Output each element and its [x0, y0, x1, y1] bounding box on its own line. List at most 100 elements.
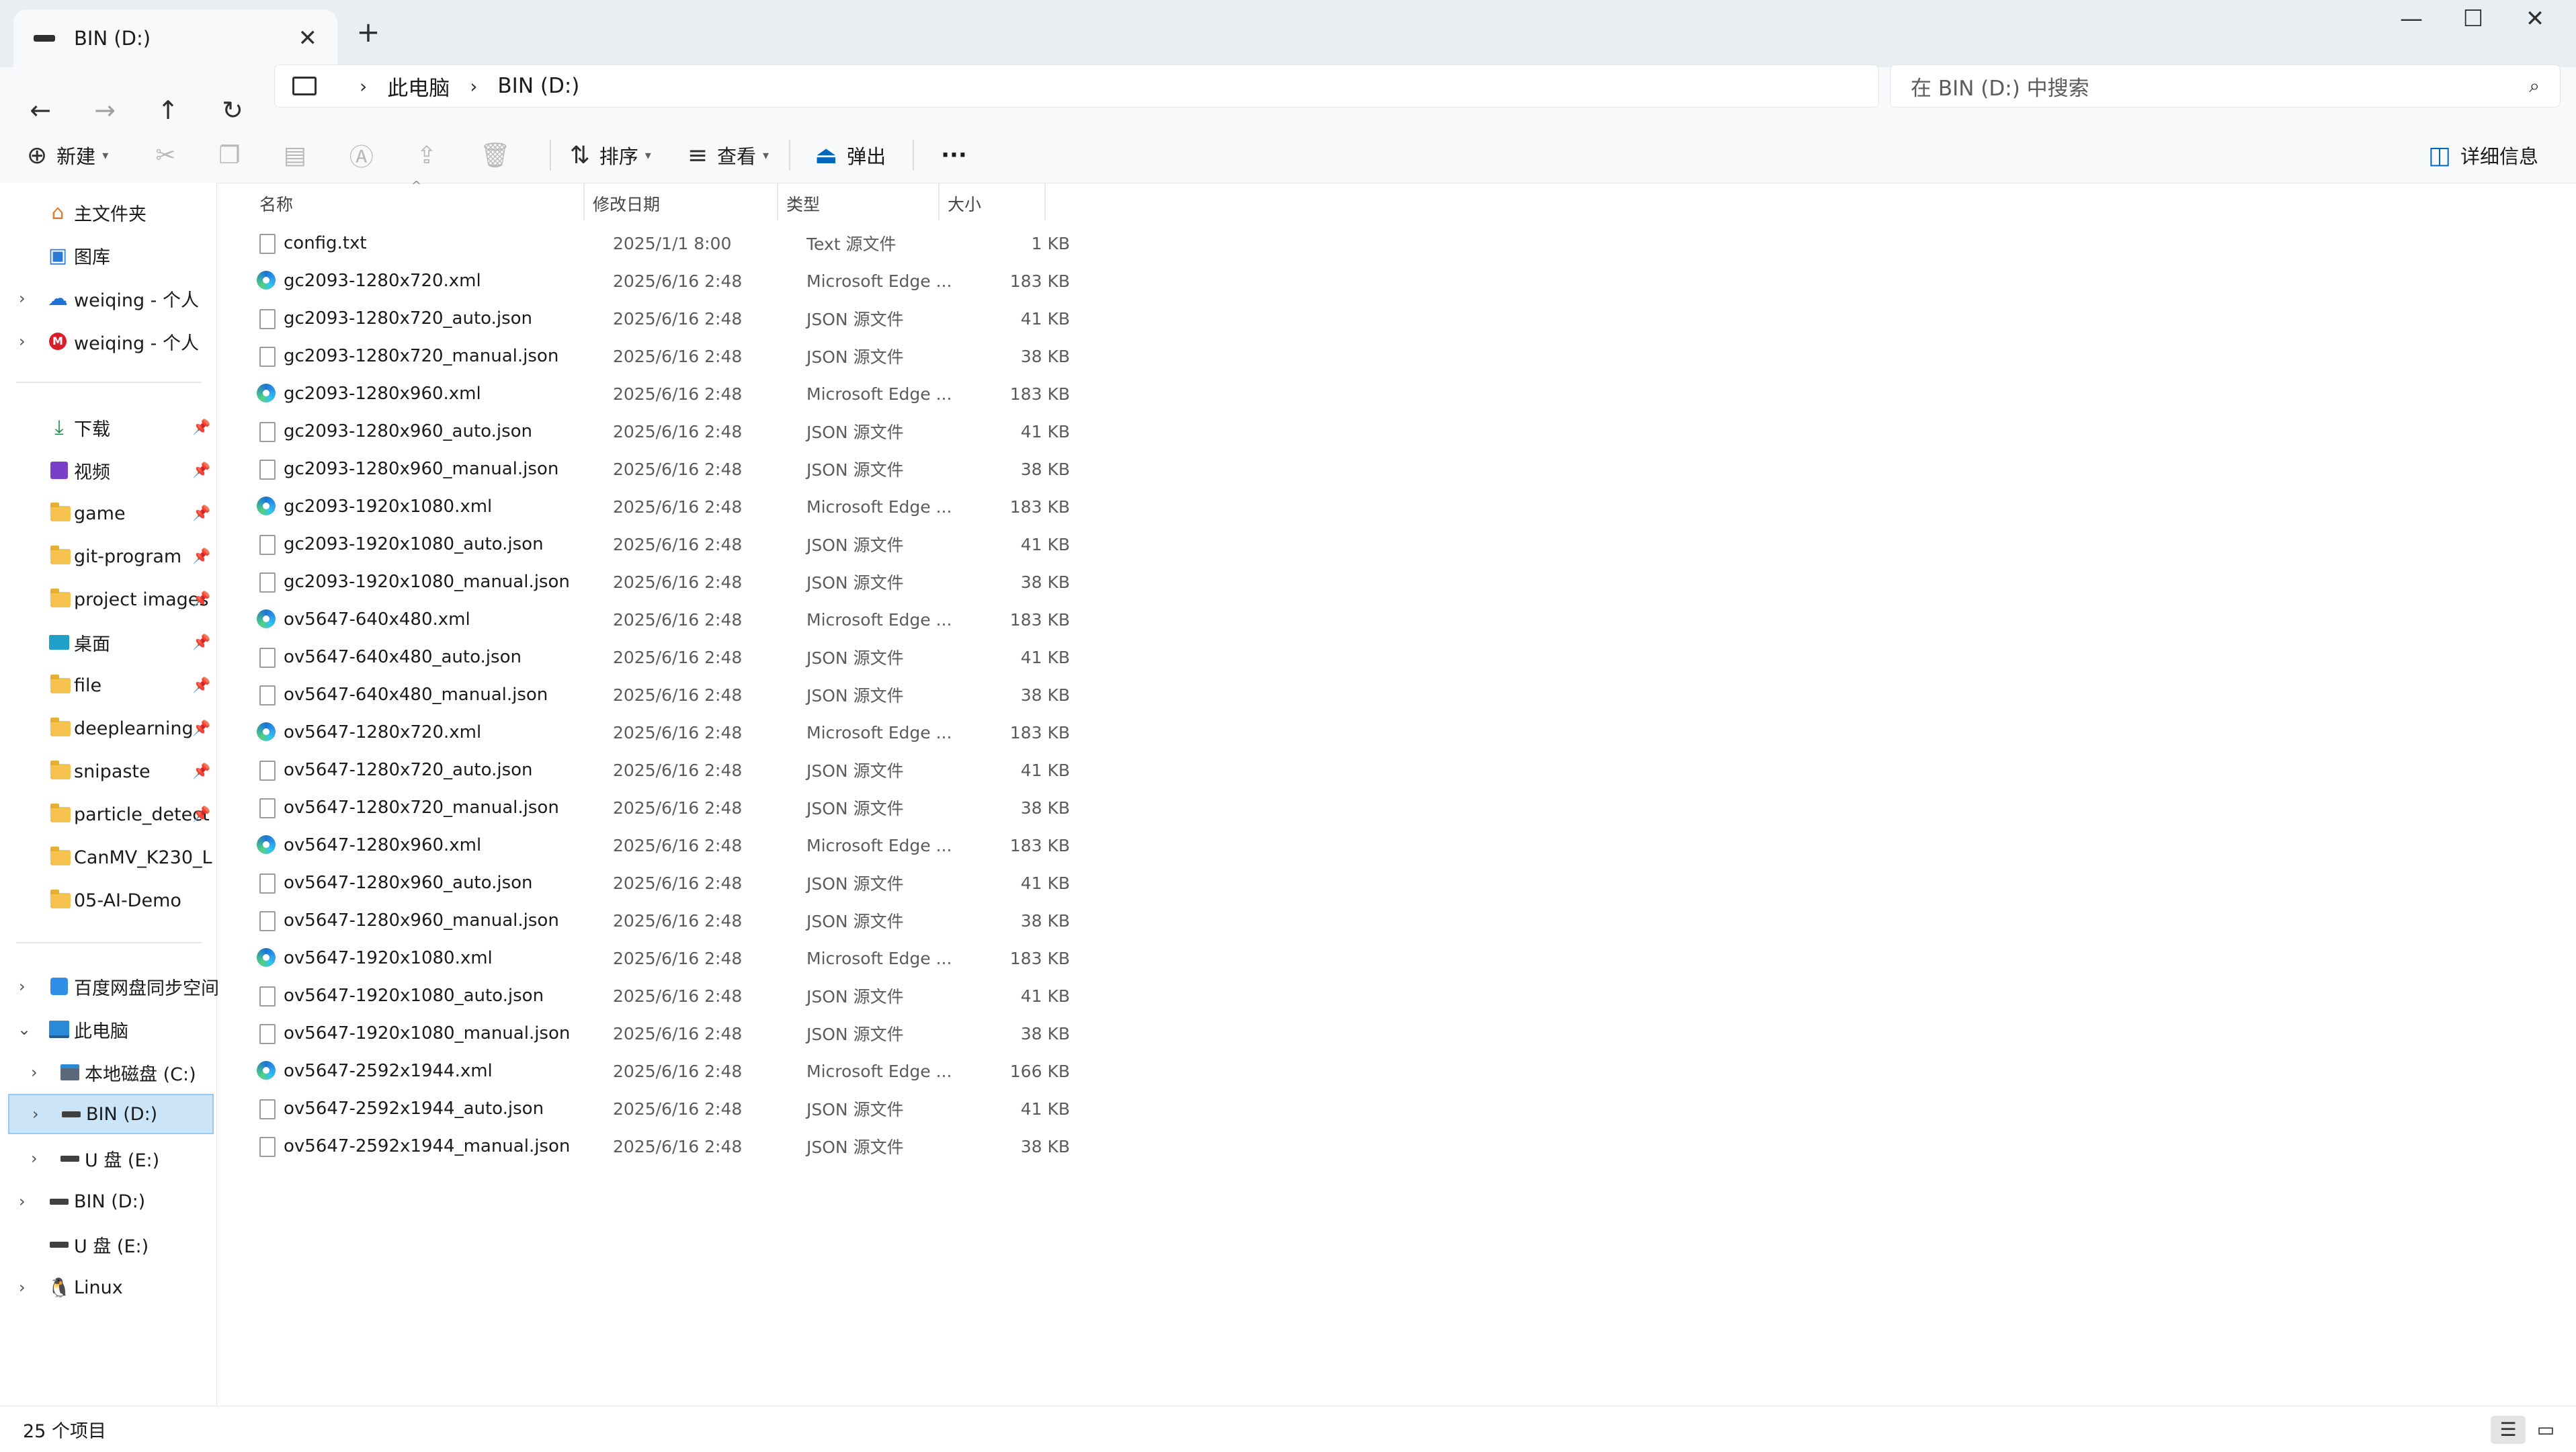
chevron-right-icon[interactable]: › — [19, 977, 26, 996]
chevron-right-icon[interactable]: › — [32, 1105, 39, 1123]
sidebar-item-u-disk-e[interactable]: › U 盘 (E:) — [0, 1138, 216, 1179]
sidebar-item-snipaste[interactable]: snipaste 📌 — [0, 751, 216, 792]
sidebar-item-linux[interactable]: › 🐧 Linux — [0, 1267, 216, 1308]
chevron-right-icon[interactable]: › — [19, 1278, 26, 1297]
sort-button[interactable]: ⇅ 排序 ▾ — [570, 128, 651, 183]
file-type: JSON 源文件 — [806, 761, 904, 781]
sidebar-item-this-pc[interactable]: ⌄ 此电脑 — [0, 1009, 216, 1050]
sidebar-item-baidu-sync[interactable]: › 百度网盘同步空间 — [0, 966, 219, 1007]
share-button[interactable]: ⇪ — [417, 128, 446, 183]
sidebar-item-project-images[interactable]: project images 📌 — [0, 579, 216, 620]
column-divider[interactable] — [777, 183, 778, 220]
sidebar-item-git-program[interactable]: git-program 📌 — [0, 536, 216, 576]
table-row[interactable]: ov5647-2592x1944.xml 2025/6/16 2:48 Micros… — [237, 1052, 1070, 1090]
table-row[interactable]: gc2093-1920x1080_manual.json 2025/6/16 2:… — [237, 563, 1070, 601]
drive-icon — [59, 1148, 81, 1169]
file-name: ov5647-2592x1944_manual.json — [284, 1136, 571, 1156]
sidebar-item-onedrive[interactable]: › ☁ weiqing - 个人 — [0, 278, 216, 318]
rename-button[interactable]: Ⓐ — [349, 128, 383, 183]
sidebar-item-game[interactable]: game 📌 — [0, 493, 216, 533]
sidebar-item-downloads[interactable]: ⤓ 下载 📌 — [0, 407, 216, 447]
table-row[interactable]: ov5647-1920x1080.xml 2025/6/16 2:48 Micros… — [237, 939, 1070, 977]
chevron-right-icon[interactable]: › — [31, 1149, 38, 1168]
file-size: 38 KB — [1020, 459, 1070, 479]
chevron-right-icon[interactable]: › — [19, 289, 26, 308]
sidebar-item-deeplearning[interactable]: deeplearning 📌 — [0, 708, 216, 749]
table-row[interactable]: ov5647-1280x960_manual.json 2025/6/16 2:4… — [237, 902, 1070, 939]
file-type: JSON 源文件 — [806, 874, 904, 894]
paste-button[interactable]: ▤ — [284, 128, 316, 183]
table-row[interactable]: ov5647-1920x1080_auto.json 2025/6/16 2:48… — [237, 977, 1070, 1015]
sidebar-item-canmv[interactable]: CanMV_K230_LCK — [0, 837, 216, 878]
more-options-button[interactable]: ··· — [941, 128, 967, 183]
chevron-down-icon[interactable]: ⌄ — [17, 1020, 31, 1039]
table-row[interactable]: ov5647-2592x1944_manual.json 2025/6/16 2:… — [237, 1127, 1070, 1165]
table-row[interactable]: ov5647-1280x960.xml 2025/6/16 2:48 Microso… — [237, 826, 1070, 864]
table-row[interactable]: ov5647-1920x1080_manual.json 2025/6/16 2:… — [237, 1015, 1070, 1052]
table-row[interactable]: gc2093-1280x720_auto.json 2025/6/16 2:48 J… — [237, 300, 1070, 337]
sidebar-item-file[interactable]: file 📌 — [0, 665, 216, 706]
table-row[interactable]: ov5647-1280x960_auto.json 2025/6/16 2:48 J… — [237, 864, 1070, 902]
new-tab-button[interactable]: + — [355, 18, 382, 46]
cut-button[interactable]: ✂ — [155, 128, 185, 183]
table-row[interactable]: gc2093-1280x960_auto.json 2025/6/16 2:48 J… — [237, 413, 1070, 450]
sidebar-item-bin-d[interactable]: › BIN (D:) — [8, 1094, 214, 1134]
table-row[interactable]: ov5647-640x480_manual.json 2025/6/16 2:48… — [237, 676, 1070, 714]
download-icon: ⤓ — [54, 415, 64, 439]
column-divider[interactable] — [938, 183, 940, 220]
drive-icon — [48, 1234, 70, 1255]
column-type[interactable]: 类型 — [786, 189, 820, 220]
sidebar-item-ai-demo[interactable]: 05-AI-Demo — [0, 880, 216, 921]
table-row[interactable]: gc2093-1280x720_manual.json 2025/6/16 2:4… — [237, 337, 1070, 375]
column-name[interactable]: 名称 — [259, 189, 293, 220]
breadcrumb-this-pc[interactable]: 此电脑 — [387, 71, 450, 101]
close-window-button[interactable]: ✕ — [2508, 5, 2562, 32]
table-row[interactable]: ov5647-2592x1944_auto.json 2025/6/16 2:48… — [237, 1090, 1070, 1127]
sidebar-item-videos[interactable]: 视频 📌 — [0, 450, 216, 490]
sidebar-item-home[interactable]: ⌂ 主文件夹 — [0, 192, 216, 232]
table-row[interactable]: ov5647-1280x720_auto.json 2025/6/16 2:48 J… — [237, 751, 1070, 789]
tab-bin-d[interactable]: BIN (D:) ✕ — [13, 9, 337, 67]
table-row[interactable]: ov5647-1280x720.xml 2025/6/16 2:48 Microso… — [237, 714, 1070, 751]
sidebar-item-u-disk-e-root[interactable]: U 盘 (E:) — [0, 1224, 216, 1265]
copy-button[interactable]: ❐ — [218, 128, 249, 183]
table-row[interactable]: gc2093-1920x1080_auto.json 2025/6/16 2:48… — [237, 525, 1070, 563]
table-row[interactable]: ov5647-640x480_auto.json 2025/6/16 2:48 JS… — [237, 638, 1070, 676]
details-view-button[interactable]: ☰ — [2491, 1416, 2526, 1444]
chevron-right-icon[interactable]: › — [19, 332, 26, 351]
sidebar-item-bin-d-root[interactable]: › BIN (D:) — [0, 1181, 216, 1222]
details-pane-button[interactable]: ◫ 详细信息 — [2428, 128, 2538, 183]
eject-button[interactable]: ⏏ 弹出 — [815, 128, 886, 183]
column-date[interactable]: 修改日期 — [593, 189, 660, 220]
sidebar-item-desktop[interactable]: 桌面 📌 — [0, 622, 216, 663]
search-box[interactable]: 在 BIN (D:) 中搜索 ⌕ — [1890, 65, 2561, 108]
computer-icon — [292, 77, 317, 95]
sidebar-item-gallery[interactable]: ▣ 图库 — [0, 235, 216, 275]
chevron-right-icon[interactable]: › — [31, 1063, 38, 1082]
table-row[interactable]: ov5647-640x480.xml 2025/6/16 2:48 Microsof… — [237, 601, 1070, 638]
new-button[interactable]: ⊕ 新建 ▾ — [27, 128, 108, 183]
table-row[interactable]: gc2093-1280x720.xml 2025/6/16 2:48 Microso… — [237, 262, 1070, 300]
table-row[interactable]: config.txt 2025/1/1 8:00 Text 源文件 1 KB — [237, 224, 1070, 262]
sidebar-item-onedrive-2[interactable]: › M weiqing - 个人 — [0, 321, 216, 361]
column-divider[interactable] — [583, 183, 585, 220]
chevron-right-icon[interactable]: › — [19, 1192, 26, 1211]
sidebar-item-particle-detect[interactable]: particle_detect 📌 — [0, 794, 216, 835]
tiles-view-button[interactable]: ▭ — [2528, 1416, 2563, 1444]
column-size[interactable]: 大小 — [948, 189, 981, 220]
delete-button[interactable]: 🗑 — [480, 128, 520, 183]
file-name: gc2093-1280x720_auto.json — [284, 308, 533, 329]
breadcrumb-bin-d[interactable]: BIN (D:) — [497, 74, 579, 98]
table-row[interactable]: gc2093-1920x1080.xml 2025/6/16 2:48 Micros… — [237, 488, 1070, 525]
table-row[interactable]: gc2093-1280x960_manual.json 2025/6/16 2:4… — [237, 450, 1070, 488]
minimize-button[interactable]: — — [2384, 5, 2438, 32]
table-row[interactable]: gc2093-1280x960.xml 2025/6/16 2:48 Microso… — [237, 375, 1070, 413]
table-row[interactable]: ov5647-1280x720_manual.json 2025/6/16 2:4… — [237, 789, 1070, 826]
column-divider[interactable] — [1044, 183, 1046, 220]
file-date: 2025/6/16 2:48 — [613, 609, 743, 630]
sidebar-item-local-disk-c[interactable]: › 本地磁盘 (C:) — [0, 1052, 216, 1093]
view-button[interactable]: ≡ 查看 ▾ — [688, 128, 769, 183]
maximize-button[interactable]: ☐ — [2446, 5, 2500, 32]
close-tab-icon[interactable]: ✕ — [298, 25, 318, 52]
address-bar[interactable]: › 此电脑 › BIN (D:) — [274, 65, 1879, 108]
